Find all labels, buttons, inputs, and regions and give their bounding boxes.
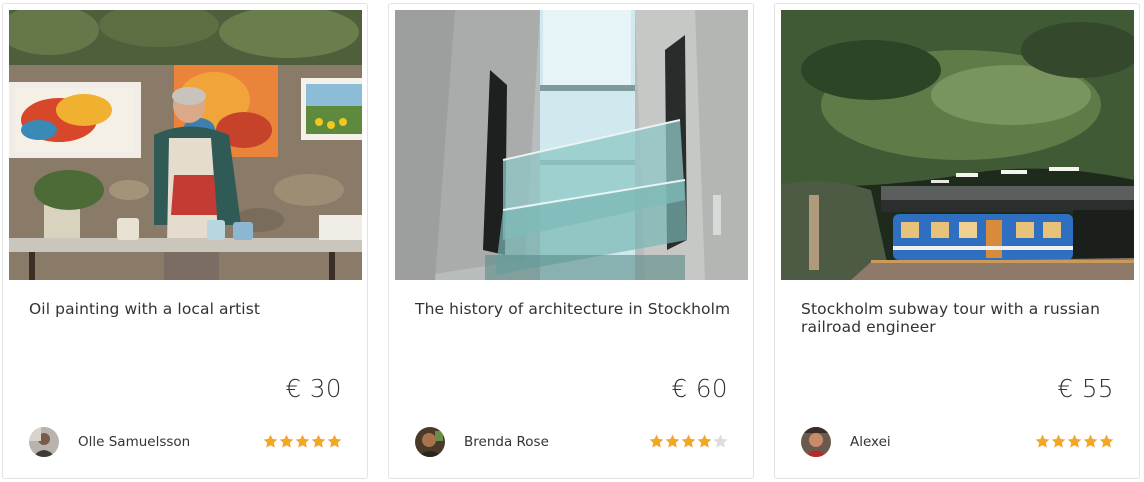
experience-card[interactable]: The history of architecture in Stockholm…: [388, 3, 754, 479]
glass-atrium-photo: [395, 10, 748, 280]
avatar-image: [801, 427, 831, 457]
host-avatar[interactable]: [29, 427, 59, 457]
rating-stars: [1035, 434, 1114, 449]
star-filled-icon: [311, 434, 326, 448]
star-filled-icon: [1051, 434, 1066, 448]
experience-grid: Oil painting with a local artist € 30 Ol…: [2, 3, 1140, 479]
artist-painting-photo: [9, 10, 362, 280]
card-price: € 60: [671, 374, 728, 403]
avatar-image: [415, 427, 445, 457]
star-filled-icon: [649, 434, 664, 448]
host-info[interactable]: Alexei: [801, 427, 891, 457]
star-filled-icon: [1099, 434, 1114, 448]
star-filled-icon: [295, 434, 310, 448]
rating-stars: [649, 434, 728, 449]
card-price: € 30: [285, 374, 342, 403]
star-filled-icon: [1083, 434, 1098, 448]
host-avatar[interactable]: [801, 427, 831, 457]
host-name[interactable]: Alexei: [850, 434, 891, 450]
card-title[interactable]: The history of architecture in Stockholm: [415, 300, 733, 318]
host-avatar[interactable]: [415, 427, 445, 457]
avatar-image: [29, 427, 59, 457]
star-filled-icon: [263, 434, 278, 448]
host-name[interactable]: Brenda Rose: [464, 434, 549, 450]
star-filled-icon: [681, 434, 696, 448]
card-price: € 55: [1057, 374, 1114, 403]
card-photo[interactable]: [395, 10, 748, 280]
card-photo[interactable]: [9, 10, 362, 280]
host-info[interactable]: Olle Samuelsson: [29, 427, 190, 457]
experience-card[interactable]: Stockholm subway tour with a russian rai…: [774, 3, 1140, 479]
star-filled-icon: [327, 434, 342, 448]
host-info[interactable]: Brenda Rose: [415, 427, 549, 457]
star-filled-icon: [697, 434, 712, 448]
card-title[interactable]: Stockholm subway tour with a russian rai…: [801, 300, 1119, 336]
star-filled-icon: [1067, 434, 1082, 448]
star-filled-icon: [1035, 434, 1050, 448]
star-empty-icon: [713, 434, 728, 448]
card-photo[interactable]: [781, 10, 1134, 280]
rating-stars: [263, 434, 342, 449]
card-title[interactable]: Oil painting with a local artist: [29, 300, 347, 318]
subway-station-photo: [781, 10, 1134, 280]
star-filled-icon: [279, 434, 294, 448]
star-filled-icon: [665, 434, 680, 448]
experience-card[interactable]: Oil painting with a local artist € 30 Ol…: [2, 3, 368, 479]
host-name[interactable]: Olle Samuelsson: [78, 434, 190, 450]
